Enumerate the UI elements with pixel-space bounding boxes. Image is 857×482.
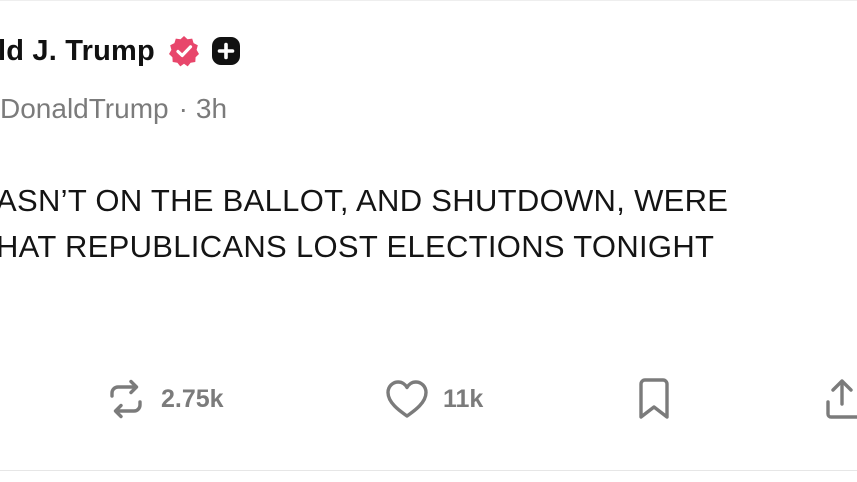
- post-body-line: ASN’T ON THE BALLOT, AND SHUTDOWN, WERE: [0, 183, 729, 218]
- post-card: ld J. Trump DonaldTrump · 3h ASN’T ON TH…: [0, 0, 857, 482]
- like-count: 11k: [443, 384, 484, 413]
- post-header: ld J. Trump: [0, 28, 241, 74]
- verified-check-icon: [167, 34, 201, 68]
- author-display-name[interactable]: ld J. Trump: [0, 35, 155, 68]
- author-meta: DonaldTrump · 3h: [0, 88, 227, 130]
- repost-button[interactable]: 2.75k: [103, 370, 224, 428]
- heart-icon: [383, 376, 431, 422]
- share-button[interactable]: [822, 370, 857, 428]
- author-handle[interactable]: DonaldTrump: [0, 93, 169, 125]
- share-icon: [822, 376, 857, 422]
- repost-icon: [103, 376, 149, 422]
- post-body-line: HAT REPUBLICANS LOST ELECTIONS TONIGHT: [0, 229, 715, 264]
- repost-count: 2.75k: [161, 384, 224, 413]
- top-divider: [0, 0, 857, 1]
- post-actions: 2.75k 11k: [0, 370, 857, 428]
- plus-badge-icon: [211, 36, 241, 66]
- like-button[interactable]: 11k: [383, 370, 483, 428]
- bottom-divider: [0, 470, 857, 471]
- bookmark-button[interactable]: [634, 370, 674, 428]
- bookmark-icon: [634, 376, 674, 422]
- post-timestamp[interactable]: 3h: [196, 93, 227, 125]
- post-body: ASN’T ON THE BALLOT, AND SHUTDOWN, WERE …: [0, 178, 857, 270]
- meta-separator: ·: [178, 93, 188, 124]
